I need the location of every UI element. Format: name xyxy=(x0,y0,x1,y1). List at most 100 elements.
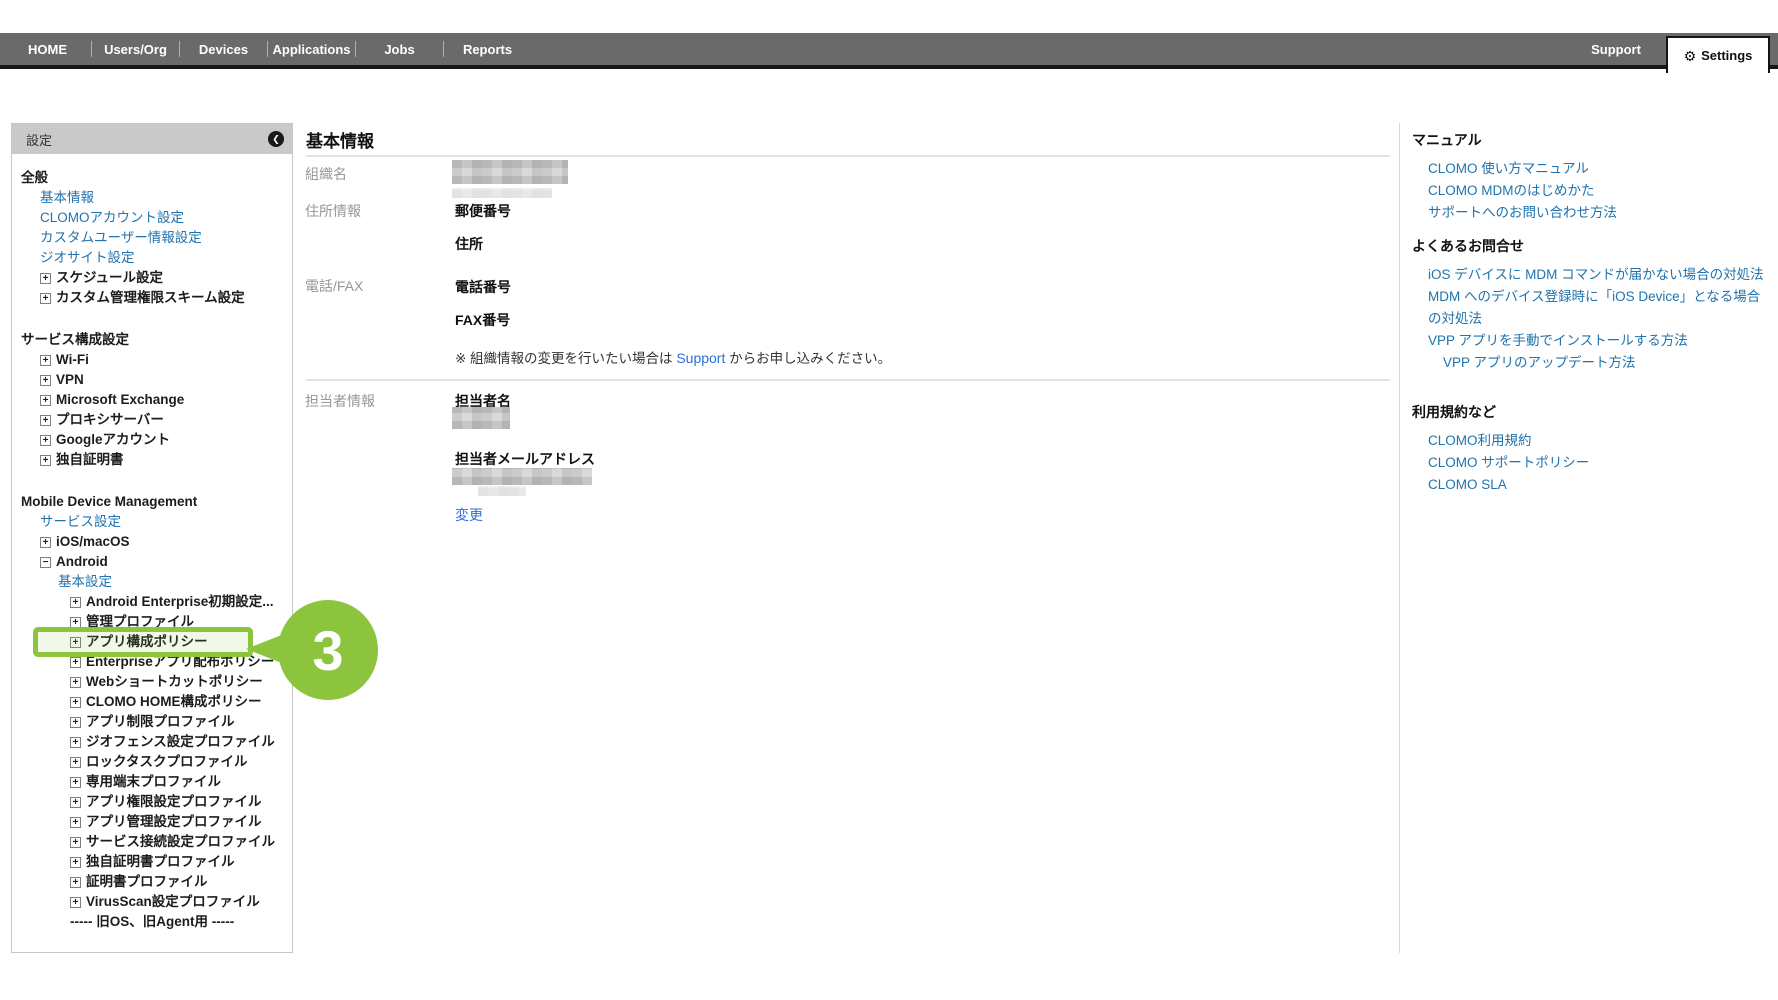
nav-item-reports[interactable]: Reports xyxy=(444,33,531,65)
sidebar-item-27[interactable]: +ロックタスクプロファイル xyxy=(12,752,292,772)
sidebar-item-31[interactable]: + サービス接続設定プロファイル xyxy=(12,832,292,852)
sidebar-item-6[interactable]: + カスタム管理権限スキーム設定 xyxy=(12,288,292,308)
expand-icon[interactable]: + xyxy=(40,293,51,304)
phone-number-label: 電話番号 xyxy=(455,277,511,297)
org-name-redacted-value-2 xyxy=(452,188,552,198)
expand-icon[interactable]: + xyxy=(40,375,51,386)
expand-icon[interactable]: + xyxy=(70,657,81,668)
nav-items: HOMEUsers/OrgDevicesApplicationsJobsRepo… xyxy=(0,33,531,65)
sidebar-item-4[interactable]: ジオサイト設定 xyxy=(12,248,292,268)
sidebar-item-33[interactable]: +証明書プロファイル xyxy=(12,872,292,892)
sidebar-item-5[interactable]: +スケジュール設定 xyxy=(12,268,292,288)
help-link[interactable]: CLOMO SLA xyxy=(1412,474,1764,496)
sidebar-item-24[interactable]: + CLOMO HOME構成ポリシー xyxy=(12,692,292,712)
expand-icon[interactable]: + xyxy=(70,737,81,748)
sidebar-item-11[interactable]: + プロキシサーバー xyxy=(12,410,292,430)
help-link[interactable]: サポートへのお問い合わせ方法 xyxy=(1412,202,1764,224)
change-link[interactable]: 変更 xyxy=(455,505,483,525)
sidebar-item-3[interactable]: カスタムユーザー情報設定 xyxy=(12,228,292,248)
postal-code-label: 郵便番号 xyxy=(455,201,511,221)
expand-icon[interactable]: + xyxy=(70,777,81,788)
help-link[interactable]: CLOMO MDMのはじめかた xyxy=(1412,180,1764,202)
tab-settings[interactable]: ⚙ Settings xyxy=(1666,36,1770,73)
expand-icon[interactable]: + xyxy=(40,415,51,426)
contact-email-label: 担当者メールアドレス xyxy=(455,449,595,469)
expand-icon[interactable]: + xyxy=(70,717,81,728)
sidebar-item-19[interactable]: +Android Enterprise初期設定... xyxy=(12,592,292,612)
nav-item-home[interactable]: HOME xyxy=(4,33,91,65)
expand-icon[interactable]: + xyxy=(70,617,81,628)
expand-icon[interactable]: + xyxy=(40,537,51,548)
collapse-icon[interactable]: − xyxy=(40,557,51,568)
sidebar-item-label: アプリ構成ポリシー xyxy=(86,634,208,649)
sidebar-item-15[interactable]: サービス設定 xyxy=(12,512,292,532)
expand-icon[interactable]: + xyxy=(70,877,81,888)
help-link[interactable]: VPP アプリを手動でインストールする方法 xyxy=(1412,330,1764,352)
sidebar-item-30[interactable]: +アプリ管理設定プロファイル xyxy=(12,812,292,832)
support-link[interactable]: Support xyxy=(676,350,725,366)
expand-icon[interactable]: + xyxy=(40,435,51,446)
help-link[interactable]: CLOMO利用規約 xyxy=(1412,430,1764,452)
sidebar-item-0: 全般 xyxy=(12,168,292,188)
expand-icon[interactable]: + xyxy=(40,455,51,466)
expand-icon[interactable]: + xyxy=(70,677,81,688)
sidebar-item-2[interactable]: CLOMOアカウント設定 xyxy=(12,208,292,228)
nav-item-devices[interactable]: Devices xyxy=(180,33,267,65)
sidebar-item-18[interactable]: 基本設定 xyxy=(12,572,292,592)
note-prefix: ※ 組織情報の変更を行いたい場合は xyxy=(455,351,676,366)
sidebar-item-12[interactable]: +Googleアカウント xyxy=(12,430,292,450)
expand-icon[interactable]: + xyxy=(70,697,81,708)
sidebar-item-17[interactable]: −Android xyxy=(12,552,292,572)
settings-sidebar: 設定 ❮ 全般基本情報CLOMOアカウント設定カスタムユーザー情報設定ジオサイト… xyxy=(11,123,293,953)
expand-icon[interactable]: + xyxy=(70,897,81,908)
sidebar-header: 設定 ❮ xyxy=(12,124,292,154)
org-name-label: 組織名 xyxy=(305,164,347,184)
sidebar-item-label: CLOMO HOME構成ポリシー xyxy=(86,694,262,709)
sidebar-item-label: 管理プロファイル xyxy=(86,614,194,629)
sidebar-item-26[interactable]: +ジオフェンス設定プロファイル xyxy=(12,732,292,752)
phone-fax-label: 電話/FAX xyxy=(305,276,363,296)
nav-item-applications[interactable]: Applications xyxy=(268,33,355,65)
help-link[interactable]: MDM へのデバイス登録時に「iOS Device」となる場合の対処法 xyxy=(1412,286,1764,330)
note-suffix: からお申し込みください。 xyxy=(725,351,891,366)
help-link[interactable]: VPP アプリのアップデート方法 xyxy=(1412,352,1764,374)
sidebar-item-1[interactable]: 基本情報 xyxy=(12,188,292,208)
sidebar-item-label: VirusScan設定プロファイル xyxy=(86,894,260,909)
expand-icon[interactable]: + xyxy=(70,797,81,808)
expand-icon[interactable]: + xyxy=(40,273,51,284)
sidebar-item-label: カスタム管理権限スキーム設定 xyxy=(56,290,245,305)
help-link[interactable]: CLOMO サポートポリシー xyxy=(1412,452,1764,474)
sidebar-item-13[interactable]: +独自証明書 xyxy=(12,450,292,470)
sidebar-item-8[interactable]: + Wi-Fi xyxy=(12,350,292,370)
sidebar-item-34[interactable]: + VirusScan設定プロファイル xyxy=(12,892,292,912)
expand-icon[interactable]: + xyxy=(70,857,81,868)
sidebar-item-23[interactable]: +Webショートカットポリシー xyxy=(12,672,292,692)
expand-icon[interactable]: + xyxy=(70,817,81,828)
chevron-left-icon[interactable]: ❮ xyxy=(268,131,284,147)
sidebar-item-28[interactable]: +専用端末プロファイル xyxy=(12,772,292,792)
help-link[interactable]: iOS デバイスに MDM コマンドが届かない場合の対処法 xyxy=(1412,264,1764,286)
sidebar-item-16[interactable]: +iOS/macOS xyxy=(12,532,292,552)
sidebar-item-label: Wi-Fi xyxy=(56,352,89,367)
contact-email-redacted-value xyxy=(452,468,592,485)
expand-icon[interactable]: + xyxy=(70,757,81,768)
help-link[interactable]: CLOMO 使い方マニュアル xyxy=(1412,158,1764,180)
page-title: 基本情報 xyxy=(306,127,374,152)
sidebar-item-9[interactable]: +VPN xyxy=(12,370,292,390)
sidebar-item-label: プロキシサーバー xyxy=(56,412,164,427)
nav-item-jobs[interactable]: Jobs xyxy=(356,33,443,65)
expand-icon[interactable]: + xyxy=(70,837,81,848)
help-links: CLOMO 使い方マニュアルCLOMO MDMのはじめかたサポートへのお問い合わ… xyxy=(1412,158,1764,224)
sidebar-item-29[interactable]: +アプリ権限設定プロファイル xyxy=(12,792,292,812)
sidebar-item-32[interactable]: +独自証明書プロファイル xyxy=(12,852,292,872)
nav-item-support[interactable]: Support xyxy=(1576,33,1656,65)
expand-icon[interactable]: + xyxy=(40,355,51,366)
expand-icon[interactable]: + xyxy=(70,637,81,648)
expand-icon[interactable]: + xyxy=(40,395,51,406)
sidebar-gap xyxy=(12,308,292,330)
sidebar-item-10[interactable]: +Microsoft Exchange xyxy=(12,390,292,410)
sidebar-item-25[interactable]: +アプリ制限プロファイル xyxy=(12,712,292,732)
sidebar-item-label: サービス接続設定プロファイル xyxy=(86,834,275,849)
expand-icon[interactable]: + xyxy=(70,597,81,608)
nav-item-users-org[interactable]: Users/Org xyxy=(92,33,179,65)
